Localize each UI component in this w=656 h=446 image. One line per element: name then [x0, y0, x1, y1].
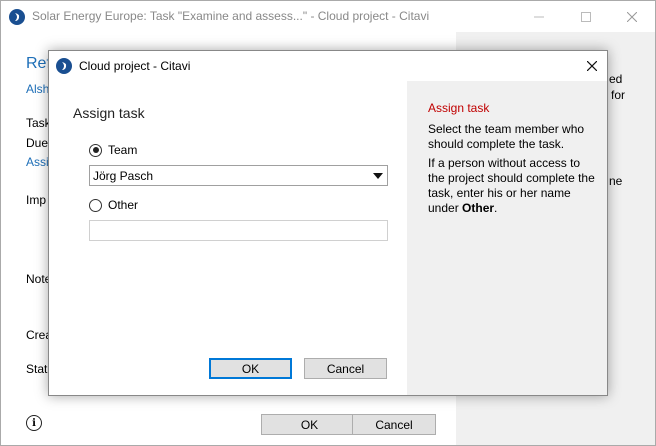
outer-titlebar[interactable]: Solar Energy Europe: Task "Examine and a… — [1, 1, 655, 32]
other-radio-option[interactable]: Other — [89, 198, 138, 212]
help-paragraph-2-text: If a person without access to the projec… — [428, 156, 595, 215]
minimize-icon — [534, 16, 544, 17]
help-paragraph-2-end: . — [494, 201, 498, 215]
team-radio[interactable] — [89, 143, 102, 157]
close-button[interactable] — [609, 1, 655, 32]
outer-help-fragment: ed — [609, 72, 623, 86]
close-icon — [587, 61, 597, 71]
help-panel: Assign task Select the team member who s… — [407, 81, 607, 395]
other-radio-label: Other — [108, 198, 139, 212]
minimize-button[interactable] — [516, 1, 562, 32]
assign-task-dialog: Cloud project - Citavi Assign task Team … — [48, 50, 608, 396]
outer-window-title: Solar Energy Europe: Task "Examine and a… — [32, 9, 430, 23]
team-member-value: Jörg Pasch — [93, 169, 154, 183]
outer-ok-button[interactable]: OK — [261, 414, 358, 435]
team-member-select[interactable]: Jörg Pasch — [89, 165, 388, 186]
outer-help-fragment: ne — [609, 174, 623, 188]
outer-help-fragment: for — [611, 88, 626, 102]
task-label: Task — [26, 116, 51, 130]
maximize-icon — [581, 11, 591, 22]
due-label: Due — [26, 136, 49, 150]
info-icon[interactable]: i — [26, 415, 42, 431]
help-paragraph-1: Select the team member who should comple… — [428, 122, 585, 151]
other-radio[interactable] — [89, 198, 102, 212]
dialog-ok-button[interactable]: OK — [209, 358, 292, 379]
importance-label: Imp — [26, 193, 47, 207]
help-paragraph-2: If a person without access to the projec… — [428, 156, 598, 216]
citavi-logo-icon — [56, 58, 72, 74]
dialog-close-button[interactable] — [577, 51, 607, 81]
team-radio-option[interactable]: Team — [89, 143, 137, 157]
reference-link[interactable]: Alsh — [26, 82, 49, 96]
close-icon — [627, 11, 637, 22]
help-title: Assign task — [428, 101, 490, 115]
other-name-input[interactable] — [89, 220, 388, 241]
dialog-body: Assign task Team Jörg Pasch Other OK Can… — [49, 81, 407, 395]
dropdown-arrow-icon[interactable] — [373, 173, 383, 179]
section-title: Assign task — [73, 105, 145, 121]
citavi-logo-icon — [9, 9, 25, 25]
outer-cancel-button[interactable]: Cancel — [352, 414, 436, 435]
help-paragraph-2-emphasis: Other — [462, 201, 495, 215]
team-radio-label: Team — [108, 143, 138, 157]
assign-link[interactable]: Assi — [26, 155, 49, 169]
dialog-titlebar[interactable]: Cloud project - Citavi — [49, 51, 607, 81]
maximize-button[interactable] — [563, 1, 609, 32]
dialog-title: Cloud project - Citavi — [79, 59, 191, 73]
dialog-cancel-button[interactable]: Cancel — [304, 358, 387, 379]
